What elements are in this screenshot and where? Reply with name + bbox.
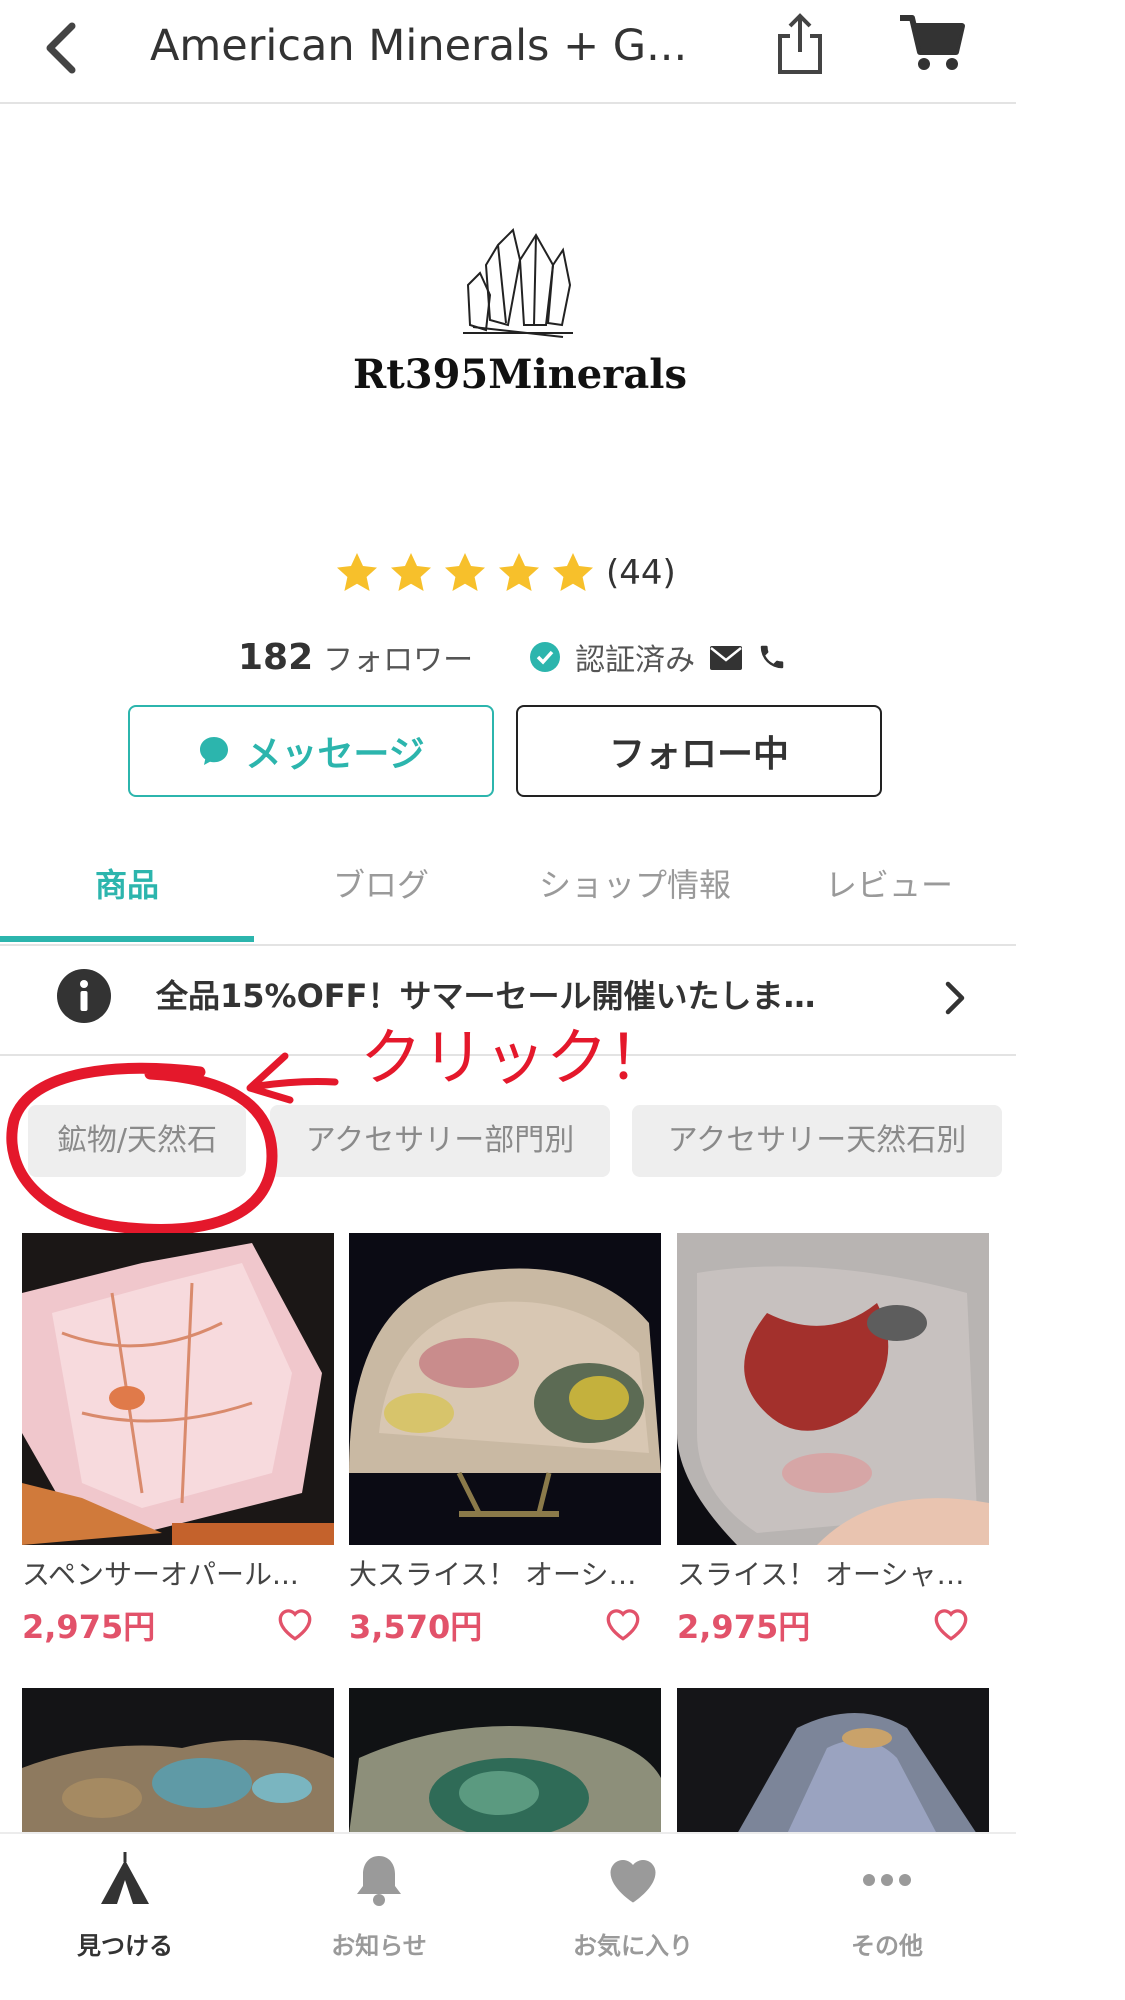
nav-label: その他 — [851, 1932, 923, 1960]
favorite-heart-icon[interactable] — [275, 1606, 315, 1642]
product-image[interactable] — [22, 1688, 334, 1834]
tab-blog[interactable]: ブログ — [254, 840, 508, 940]
page-title: American Minerals + G... — [150, 21, 688, 71]
star-icon — [330, 549, 384, 597]
star-icon — [492, 549, 546, 597]
product-name[interactable]: スペンサーオパール... — [22, 1555, 334, 1595]
category-chip-accessory-stone[interactable]: アクセサリー天然石別 — [632, 1105, 1002, 1177]
cart-icon[interactable] — [896, 10, 966, 74]
rating-count: (44) — [606, 553, 676, 593]
favorite-heart-icon[interactable] — [603, 1606, 643, 1642]
message-button[interactable]: メッセージ — [128, 705, 494, 797]
nav-discover[interactable]: 見つける — [25, 1850, 225, 1980]
tab-reviews[interactable]: レビュー — [762, 840, 1016, 940]
star-icon — [438, 549, 492, 597]
nav-notifications[interactable]: お知らせ — [279, 1850, 479, 1980]
mail-icon — [709, 644, 743, 670]
tab-bar: 商品 ブログ ショップ情報 レビュー — [0, 840, 1016, 946]
info-icon — [56, 968, 112, 1024]
verified-check-icon — [529, 641, 561, 673]
rating[interactable]: (44) — [330, 545, 676, 601]
category-chip-accessory-department[interactable]: アクセサリー部門別 — [270, 1105, 610, 1177]
bell-icon — [349, 1850, 409, 1910]
tab-shop-info[interactable]: ショップ情報 — [508, 840, 762, 940]
following-button-label: フォロー中 — [608, 734, 789, 775]
notice-text[interactable]: 全品15%OFF！サマーセール開催いたしま… — [156, 968, 916, 1024]
product-name[interactable]: 大スライス！ オーシ… — [349, 1555, 661, 1595]
tab-indicator — [0, 936, 254, 942]
nav-label: お知らせ — [331, 1932, 427, 1960]
product-image[interactable] — [349, 1688, 661, 1834]
chat-bubble-icon — [197, 734, 231, 768]
app-screen: American Minerals + G... Rt395Minerals (… — [0, 0, 1016, 2000]
product-image[interactable] — [677, 1233, 989, 1545]
more-icon — [857, 1850, 917, 1910]
chevron-left-icon[interactable] — [38, 12, 88, 82]
verified-label: 認証済み — [575, 643, 696, 678]
nav-favorites[interactable]: お気に入り — [533, 1850, 733, 1980]
nav-label: お気に入り — [573, 1932, 693, 1960]
tab-products[interactable]: 商品 — [0, 840, 254, 940]
nav-more[interactable]: その他 — [787, 1850, 987, 1980]
share-icon[interactable] — [770, 8, 830, 78]
product-image[interactable] — [22, 1233, 334, 1545]
message-button-label: メッセージ — [245, 734, 425, 775]
follower-count: 182 — [238, 636, 314, 678]
product-image[interactable] — [677, 1688, 989, 1834]
product-name[interactable]: スライス！ オーシャ… — [677, 1555, 989, 1595]
star-icon — [384, 549, 438, 597]
annotation-text: クリック！ — [360, 1021, 671, 1094]
product-price: 2,975円 — [22, 1608, 156, 1646]
tent-icon — [95, 1850, 155, 1910]
nav-label: 見つける — [77, 1932, 173, 1960]
product-price: 2,975円 — [677, 1608, 811, 1646]
shop-stats: 182 フォロワー 認証済み — [238, 632, 787, 682]
follower-label: フォロワー — [323, 643, 474, 678]
star-icon — [546, 549, 600, 597]
product-price: 3,570円 — [349, 1608, 483, 1646]
chevron-right-icon[interactable] — [940, 980, 970, 1016]
following-button[interactable]: フォロー中 — [516, 705, 882, 797]
heart-icon — [603, 1850, 663, 1910]
favorite-heart-icon[interactable] — [931, 1606, 971, 1642]
shop-logo-text: Rt395Minerals — [353, 351, 687, 398]
annotation-circle — [0, 1060, 285, 1242]
product-image[interactable] — [349, 1233, 661, 1545]
shop-logo — [458, 225, 578, 345]
phone-icon — [757, 642, 787, 672]
